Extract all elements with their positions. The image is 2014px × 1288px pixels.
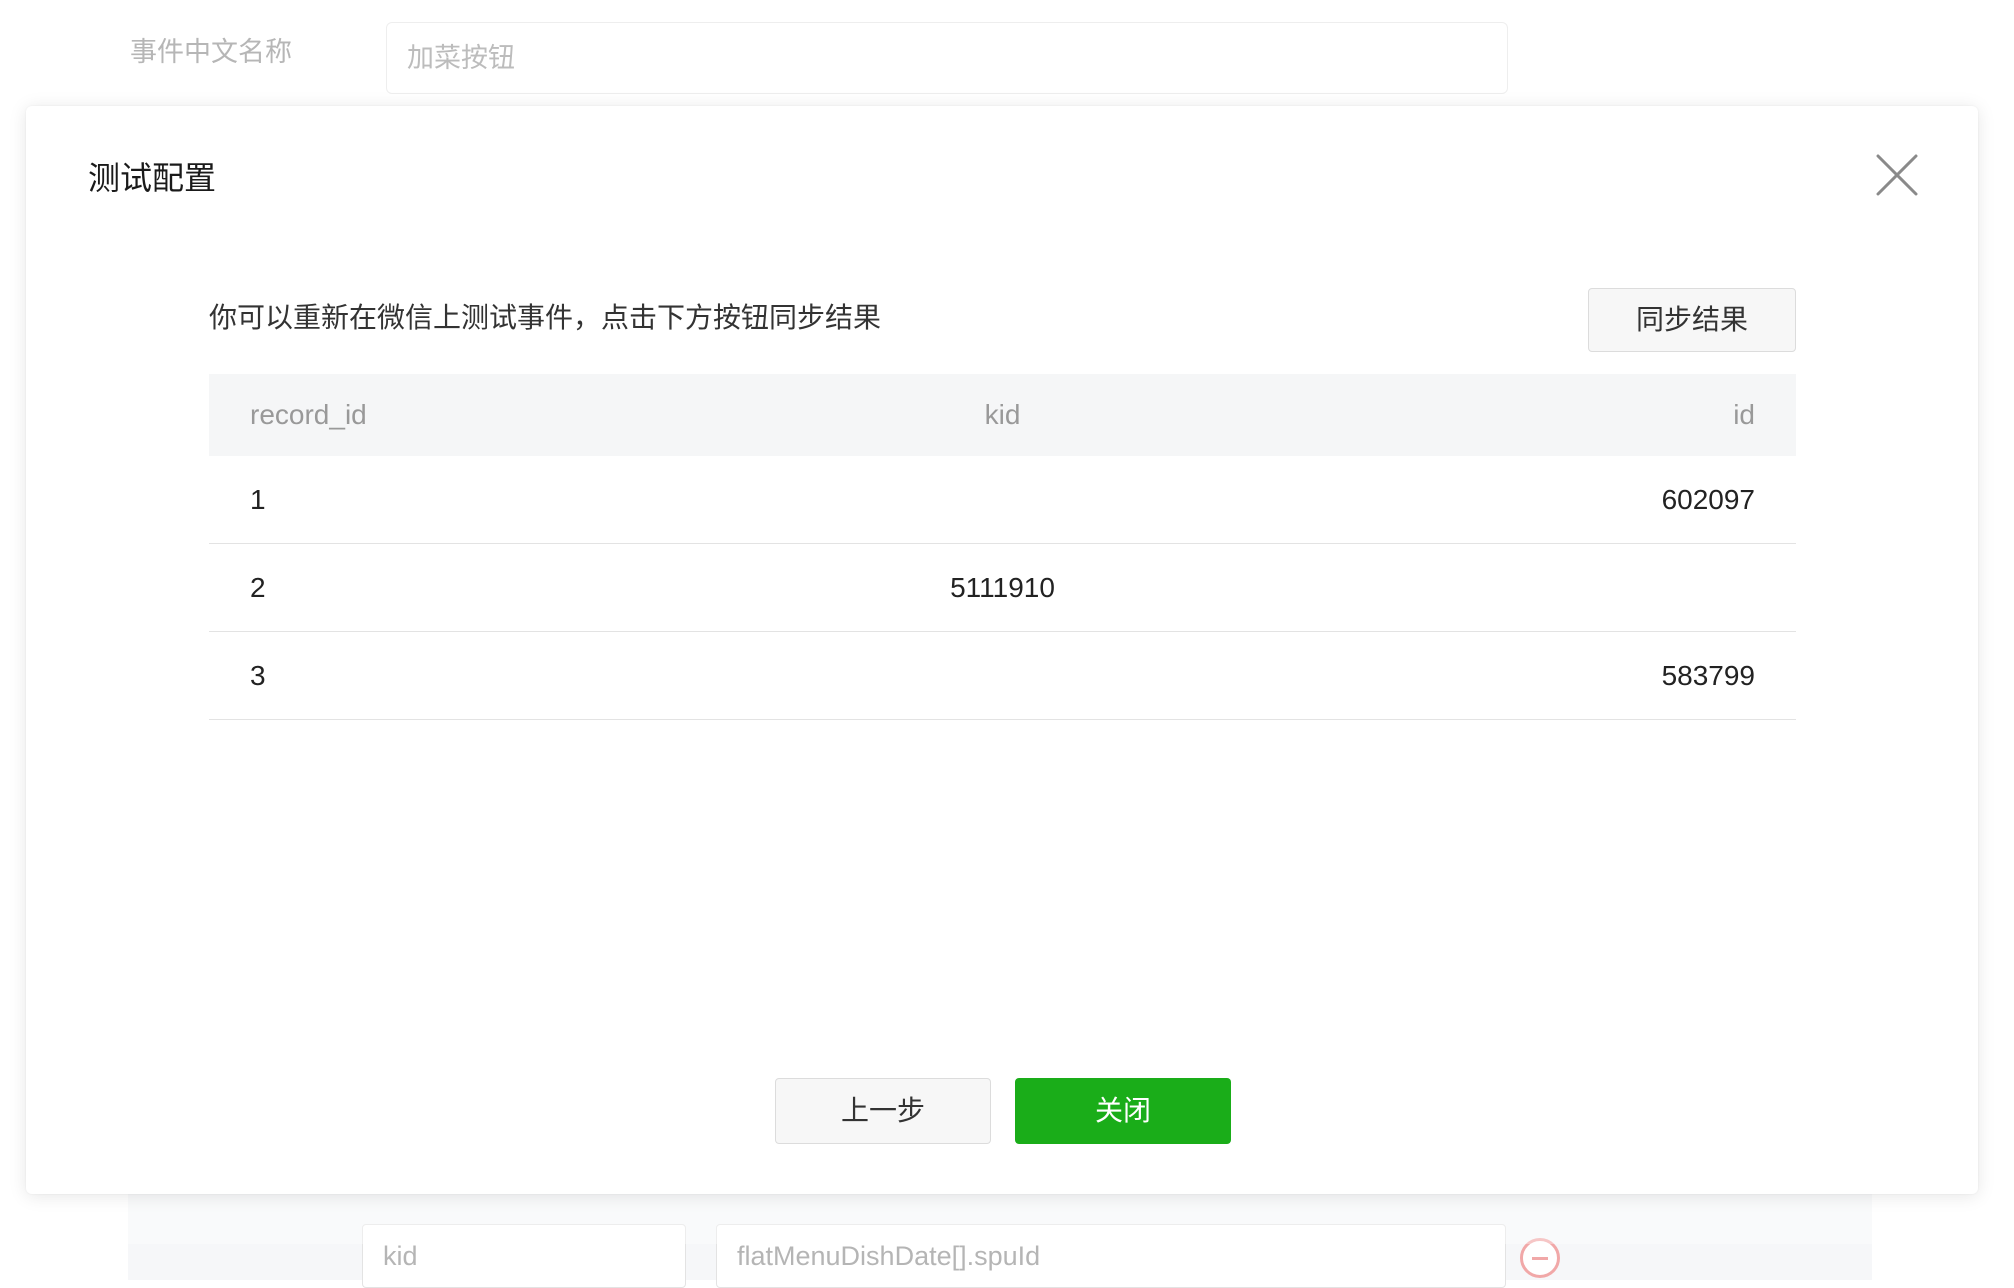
table-header: record_id kid id — [209, 374, 1796, 456]
table-cell-kid: 5111910 — [950, 571, 1055, 603]
sync-results-button[interactable]: 同步结果 — [1588, 288, 1796, 352]
close-dialog-button[interactable]: 关闭 — [1015, 1078, 1231, 1144]
column-header-kid: kid — [984, 399, 1021, 430]
dialog-title: 测试配置 — [88, 160, 217, 196]
table-cell-kid — [738, 632, 1267, 719]
table-cell-kid — [738, 456, 1267, 543]
results-table: record_id kid id 1 602097 2 5111910 3 58… — [209, 374, 1796, 720]
table-cell-id — [1267, 544, 1796, 631]
table-cell-id: 602097 — [1661, 483, 1755, 515]
column-header-id: id — [1733, 399, 1755, 430]
previous-step-button[interactable]: 上一步 — [775, 1078, 991, 1144]
sync-hint-text: 你可以重新在微信上测试事件，点击下方按钮同步结果 — [209, 302, 882, 333]
remove-circle-icon[interactable] — [1520, 1238, 1560, 1278]
table-row: 1 602097 — [209, 456, 1796, 544]
table-cell-record-id: 2 — [250, 571, 266, 603]
table-cell-id: 583799 — [1661, 659, 1755, 691]
table-row: 2 5111910 — [209, 544, 1796, 632]
table-row: 3 583799 — [209, 632, 1796, 720]
test-config-dialog: 测试配置 你可以重新在微信上测试事件，点击下方按钮同步结果 同步结果 recor… — [26, 106, 1978, 1194]
close-icon[interactable] — [1872, 150, 1922, 200]
column-header-record-id: record_id — [250, 399, 367, 430]
table-cell-record-id: 1 — [250, 483, 266, 515]
table-cell-record-id: 3 — [250, 659, 266, 691]
